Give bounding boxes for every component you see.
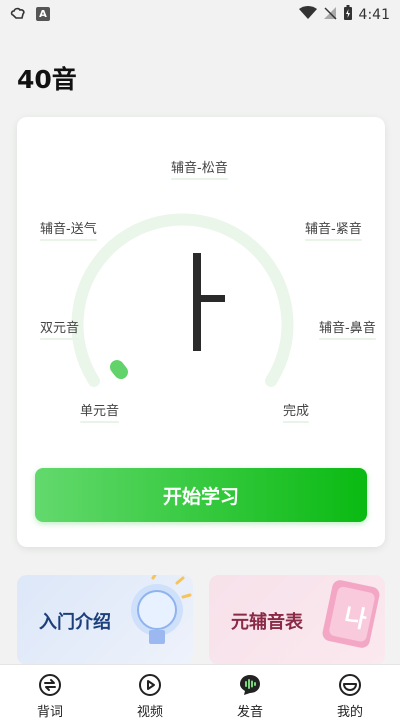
status-time: 4:41 xyxy=(358,7,390,23)
nav-item-words[interactable]: 背词 xyxy=(0,665,100,724)
center-character xyxy=(193,253,227,351)
node-monophthong[interactable]: 单元音 xyxy=(80,400,120,423)
nav-item-label: 背词 xyxy=(36,705,63,720)
nav-item-video[interactable]: 视频 xyxy=(100,665,200,724)
node-complete[interactable]: 完成 xyxy=(283,400,310,423)
wifi-icon xyxy=(298,6,317,24)
face-icon xyxy=(338,673,362,697)
chart-card[interactable]: 나 元辅音表 xyxy=(209,575,385,665)
node-diphthong[interactable]: 双元音 xyxy=(40,317,80,340)
nav-item-label: 发音 xyxy=(236,705,263,720)
lightbulb-icon xyxy=(131,575,192,644)
start-learning-button[interactable]: 开始学习 xyxy=(35,468,367,522)
node-consonant-aspirated[interactable]: 辅音-送气 xyxy=(40,218,97,241)
swap-icon xyxy=(38,673,62,697)
intro-card-label: 入门介绍 xyxy=(39,612,111,633)
cloud-app-icon xyxy=(10,5,28,23)
node-consonant-tense[interactable]: 辅音-紧音 xyxy=(305,218,362,241)
nav-item-pronunciation[interactable]: 发音 xyxy=(200,665,300,724)
nav-item-label: 我的 xyxy=(336,705,363,720)
a-notification-icon: A xyxy=(36,7,50,21)
chart-book-icon: 나 xyxy=(322,580,380,648)
nav-item-mine[interactable]: 我的 xyxy=(300,665,400,724)
node-consonant-lax[interactable]: 辅音-松音 xyxy=(171,157,228,180)
status-bar: A 4:41 xyxy=(0,0,400,30)
signal-off-icon xyxy=(323,6,337,24)
play-icon xyxy=(138,673,162,697)
page-title: 40音 xyxy=(17,65,77,94)
node-consonant-nasal[interactable]: 辅音-鼻音 xyxy=(319,317,376,340)
voice-icon xyxy=(238,673,262,697)
nav-item-label: 视频 xyxy=(136,705,163,720)
learning-path-card: ㅏ 辅音-松音 辅音-送气 辅音-紧音 双元音 辅音-鼻音 单元音 完成 开始学… xyxy=(17,117,385,547)
battery-icon xyxy=(343,5,353,25)
intro-card[interactable]: 入门介绍 xyxy=(17,575,193,665)
bottom-navigation: 背词 视频 发音 我的 xyxy=(0,664,400,724)
chart-card-label: 元辅音表 xyxy=(231,612,303,633)
